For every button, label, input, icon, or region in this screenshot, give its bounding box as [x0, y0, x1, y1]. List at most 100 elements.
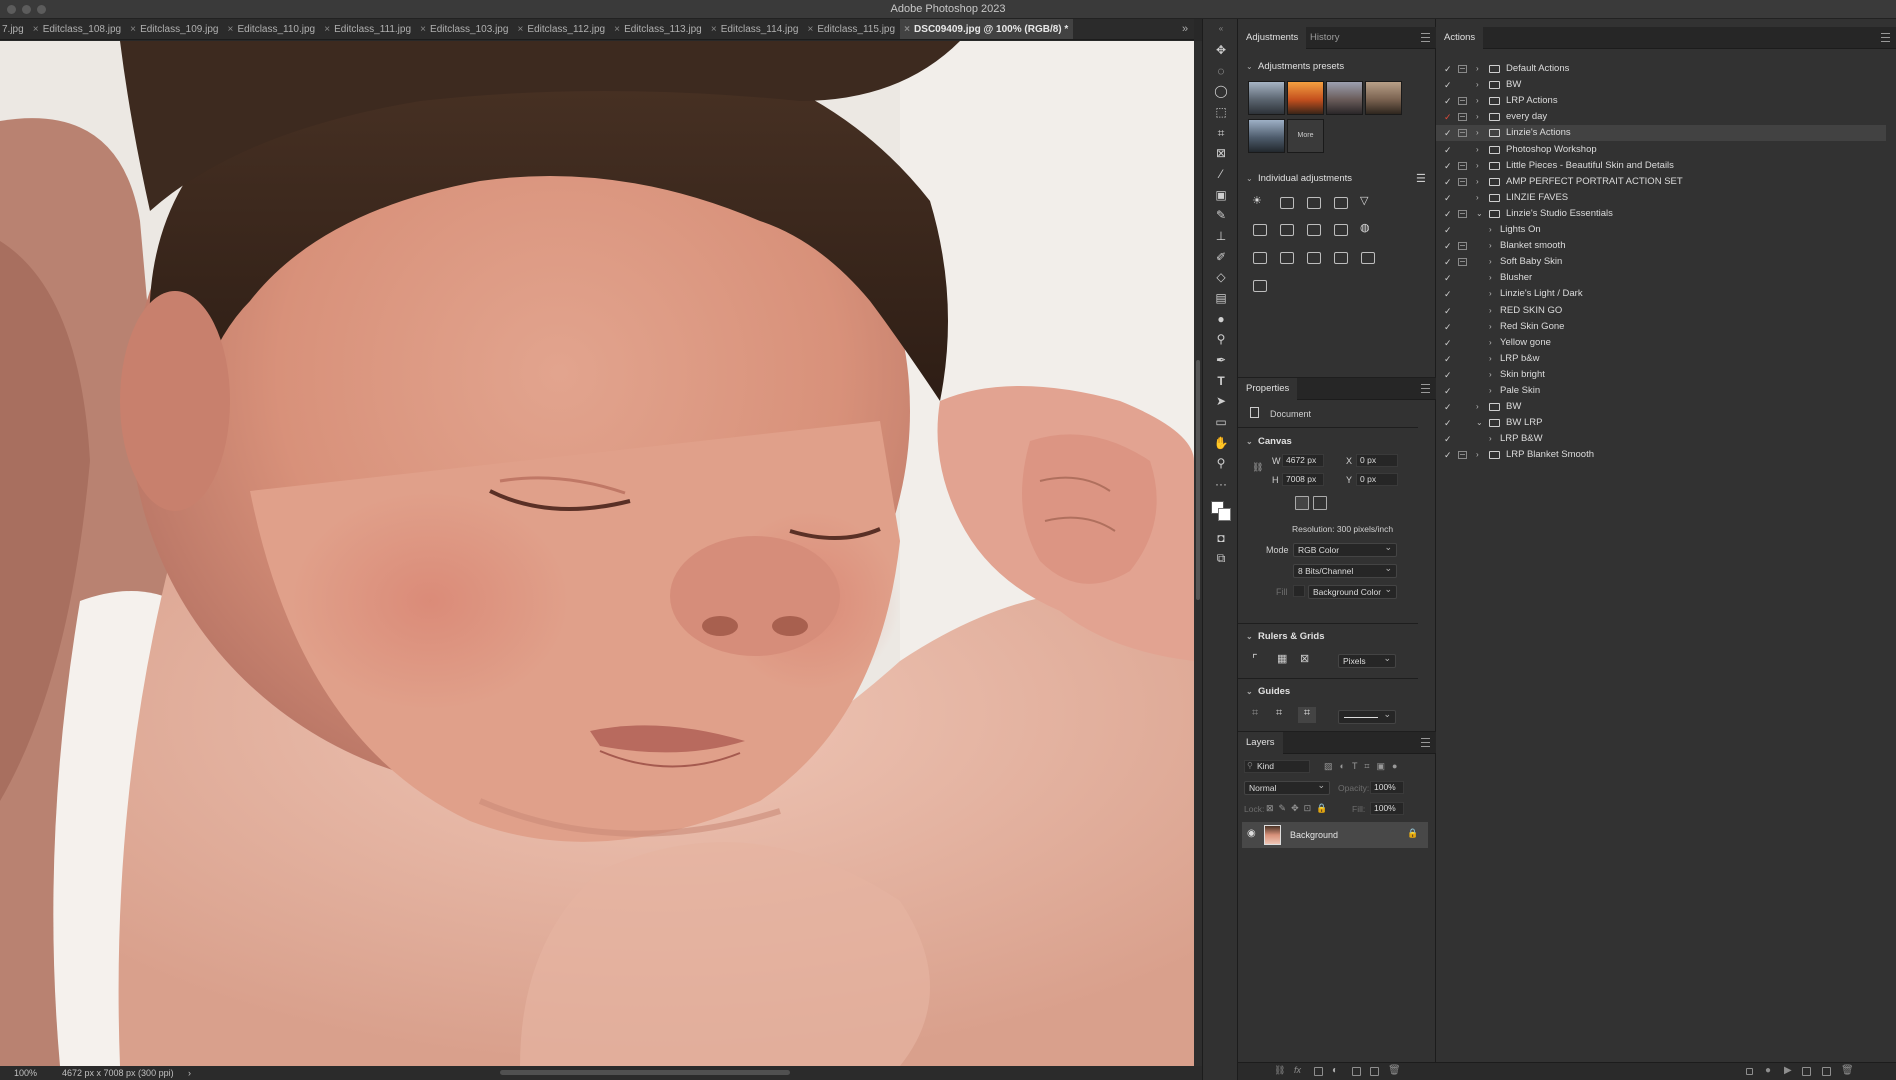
toggle-checkmark-icon[interactable]: ✓ [1444, 109, 1454, 125]
action-set-row[interactable]: ✓ › BW [1436, 399, 1886, 415]
type-tool-icon[interactable]: T [1211, 372, 1231, 390]
chevron-right-icon[interactable]: › [1489, 303, 1492, 319]
guides-grid-icon[interactable]: ⌗ [1252, 707, 1258, 720]
chevron-right-icon[interactable]: › [1476, 190, 1479, 206]
chevron-right-icon[interactable]: › [1476, 109, 1479, 125]
preset-thumbnail[interactable] [1365, 81, 1402, 115]
close-tab-icon[interactable]: × [513, 19, 527, 39]
document-tab[interactable]: × Editclass_109.jpg [126, 19, 223, 39]
chevron-right-icon[interactable]: › [1489, 286, 1492, 302]
crop-tool-icon[interactable]: ⌗ [1211, 124, 1231, 142]
toggle-checkmark-icon[interactable]: ✓ [1444, 383, 1454, 399]
eraser-tool-icon[interactable]: ◇ [1211, 268, 1231, 286]
dodge-tool-icon[interactable]: ⚲ [1211, 330, 1231, 348]
photo-filter-icon[interactable] [1334, 224, 1348, 236]
dialog-toggle-icon[interactable] [1458, 258, 1467, 267]
healing-brush-tool-icon[interactable]: ▣ [1211, 186, 1231, 204]
toggle-checkmark-icon[interactable]: ✓ [1444, 238, 1454, 254]
color-lookup-icon[interactable] [1253, 252, 1267, 264]
action-set-row[interactable]: ✓ › BW [1436, 77, 1886, 93]
record-icon[interactable]: ● [1765, 1065, 1771, 1076]
individual-adjustments-header[interactable]: ⌄ Individual adjustments [1246, 173, 1352, 184]
adjustment-layer-icon[interactable]: ◐ [1332, 1065, 1338, 1076]
new-group-icon[interactable] [1352, 1067, 1361, 1076]
toggle-checkmark-icon[interactable]: ✓ [1444, 270, 1454, 286]
quick-mask-icon[interactable]: ◘ [1211, 529, 1231, 547]
zoom-level[interactable]: 100% [14, 1066, 37, 1080]
gradient-map-icon[interactable] [1253, 280, 1267, 292]
action-set-row[interactable]: ✓ › LINZIE FAVES [1436, 190, 1886, 206]
document-tab[interactable]: × Editclass_114.jpg [707, 19, 804, 39]
lasso-tool-icon[interactable]: ◯ [1211, 82, 1231, 100]
action-set-row[interactable]: ✓ › Photoshop Workshop [1436, 142, 1886, 158]
chevron-right-icon[interactable]: › [1476, 93, 1479, 109]
layer-style-icon[interactable]: fx [1294, 1065, 1301, 1075]
delete-layer-icon[interactable]: 🗑 [1388, 1065, 1401, 1076]
background-color-swatch[interactable] [1218, 508, 1231, 521]
chevron-right-icon[interactable]: › [1476, 77, 1479, 93]
marquee-tool-icon[interactable]: ◌ [1211, 62, 1231, 80]
hue-saturation-icon[interactable] [1253, 224, 1267, 236]
panel-menu-icon[interactable] [1881, 33, 1890, 42]
blur-tool-icon[interactable]: ● [1211, 310, 1231, 328]
canvas-section-header[interactable]: ⌄ Canvas [1246, 436, 1292, 447]
toggle-checkmark-icon[interactable]: ✓ [1444, 142, 1454, 158]
toggle-checkmark-icon[interactable]: ✓ [1444, 319, 1454, 335]
close-tab-icon[interactable]: × [126, 19, 140, 39]
panel-menu-icon[interactable] [1421, 33, 1430, 42]
posterize-icon[interactable] [1307, 252, 1321, 264]
smart-guides-icon[interactable]: ⌗ [1298, 707, 1316, 723]
chevron-right-icon[interactable]: › [1489, 367, 1492, 383]
new-action-icon[interactable] [1822, 1067, 1831, 1076]
move-tool-icon[interactable]: ✥ [1211, 41, 1231, 59]
units-select[interactable]: Pixels [1338, 652, 1396, 668]
close-window-button[interactable] [7, 5, 16, 14]
chevron-right-icon[interactable]: › [1476, 158, 1479, 174]
canvas-vertical-scroll-thumb[interactable] [1196, 360, 1200, 600]
action-set-row[interactable]: ✓ › Little Pieces - Beautiful Skin and Det… [1436, 158, 1886, 174]
toggle-checkmark-icon[interactable]: ✓ [1444, 367, 1454, 383]
new-layer-icon[interactable] [1370, 1067, 1379, 1076]
action-row[interactable]: ✓ › Red Skin Gone [1436, 319, 1886, 335]
invert-icon[interactable] [1280, 252, 1294, 264]
dialog-toggle-icon[interactable] [1458, 209, 1467, 218]
action-row[interactable]: ✓ › RED SKIN GO [1436, 303, 1886, 319]
action-set-row[interactable]: ✓ › LRP Actions [1436, 93, 1886, 109]
document-tab-active[interactable]: × DSC09409.jpg @ 100% (RGB/8) * [900, 19, 1074, 39]
chevron-right-icon[interactable]: › [1489, 431, 1492, 447]
pen-tool-icon[interactable]: ✒ [1211, 351, 1231, 369]
collapse-panel-icon[interactable]: « [1211, 20, 1231, 38]
dialog-toggle-icon[interactable] [1458, 97, 1467, 106]
zoom-tool-icon[interactable]: ⚲ [1211, 454, 1231, 472]
close-tab-icon[interactable]: × [223, 19, 237, 39]
toggle-checkmark-icon[interactable]: ✓ [1444, 77, 1454, 93]
eye-visibility-icon[interactable]: ◉ [1247, 828, 1256, 839]
height-field[interactable]: 7008 px [1282, 473, 1324, 486]
more-presets-button[interactable]: More [1287, 119, 1324, 153]
eyedropper-tool-icon[interactable]: ⁄ [1211, 165, 1231, 183]
history-brush-tool-icon[interactable]: ✐ [1211, 248, 1231, 266]
action-set-row[interactable]: ✓ › Linzie's Actions [1436, 125, 1886, 142]
canvas-horizontal-scroll-thumb[interactable] [500, 1070, 790, 1075]
tab-adjustments[interactable]: Adjustments [1238, 27, 1307, 49]
document-tab[interactable]: 7.jpg [0, 19, 29, 39]
list-view-icon[interactable]: ☰ [1416, 172, 1426, 185]
chevron-down-icon[interactable]: ⌄ [1476, 415, 1483, 431]
brush-tool-icon[interactable]: ✎ [1211, 206, 1231, 224]
document-tab[interactable]: × Editclass_113.jpg [610, 19, 707, 39]
chevron-right-icon[interactable]: › [1476, 61, 1479, 77]
action-set-row[interactable]: ✓ › every day [1436, 109, 1886, 125]
new-set-icon[interactable] [1802, 1067, 1811, 1076]
layer-fill-field[interactable]: 100% [1370, 802, 1404, 815]
action-row[interactable]: ✓ › LRP b&w [1436, 351, 1886, 367]
chevron-right-icon[interactable]: › [1489, 383, 1492, 399]
panel-menu-icon[interactable] [1421, 738, 1430, 747]
mode-select[interactable]: RGB Color [1293, 541, 1397, 557]
toggle-checkmark-icon[interactable]: ✓ [1444, 351, 1454, 367]
chevron-right-icon[interactable]: › [1489, 319, 1492, 335]
play-icon[interactable]: ▶ [1784, 1065, 1792, 1076]
edit-toolbar-icon[interactable]: ··· [1211, 475, 1231, 493]
color-balance-icon[interactable] [1280, 224, 1294, 236]
chevron-down-icon[interactable]: ⌄ [1476, 206, 1483, 222]
action-set-row[interactable]: ✓ › Default Actions [1436, 61, 1886, 77]
